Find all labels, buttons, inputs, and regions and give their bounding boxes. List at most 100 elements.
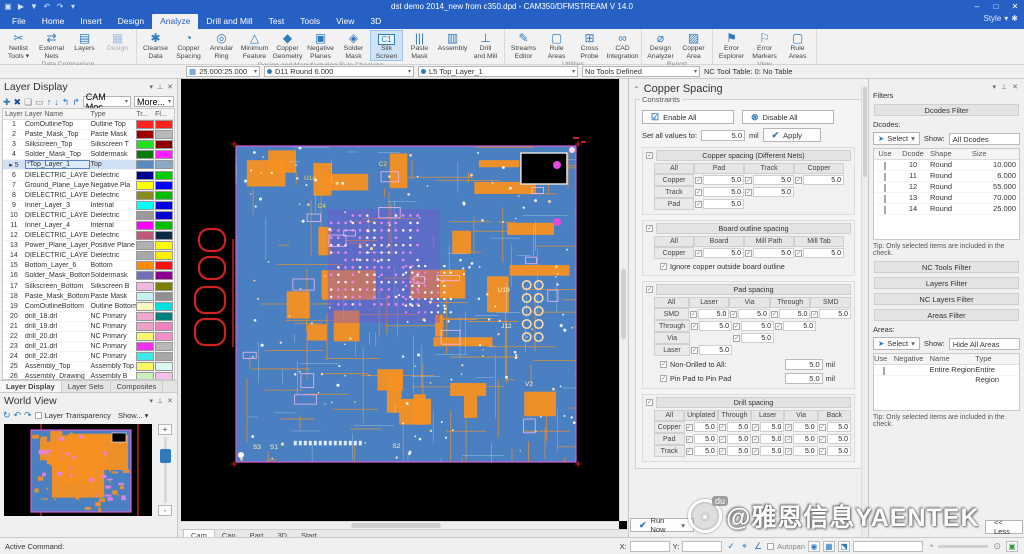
dcode-combo[interactable]: D11 Round 6.000▾ [264, 66, 414, 77]
solder-mask-button[interactable]: ◈Solder Mask [337, 30, 370, 61]
section-checkbox[interactable]: ✓ [646, 152, 653, 159]
nc-layers-filter-bar[interactable]: NC Layers Filter [874, 293, 1019, 305]
flash-color-swatch[interactable] [155, 211, 173, 220]
cell-value-input[interactable]: 5.0 [699, 321, 732, 331]
use-checkbox[interactable] [874, 182, 896, 192]
panel-scrollbar[interactable] [861, 85, 868, 537]
trace-color-swatch[interactable] [136, 171, 154, 180]
cell-value-input[interactable]: 5.0 [738, 309, 770, 319]
cell-value-input[interactable]: 5.0 [703, 175, 744, 185]
table-row[interactable]: 14Round25.000 [874, 204, 1019, 215]
column-header[interactable]: Use [874, 354, 894, 364]
flash-color-swatch[interactable] [155, 261, 173, 270]
table-row[interactable]: Entire RegionEntire Region [874, 365, 1019, 376]
column-header[interactable]: Use [874, 149, 896, 159]
table-row[interactable]: 12Round55.000 [874, 182, 1019, 193]
cell-checkbox[interactable]: ✓ [691, 347, 698, 354]
extra-checkbox[interactable]: ✓ [660, 361, 667, 368]
layers-button[interactable]: ▤Layers [68, 30, 101, 60]
cell-value-input[interactable]: 5.0 [727, 422, 751, 432]
save-icon[interactable]: ▼ [29, 2, 39, 11]
column-header[interactable]: Layer [3, 111, 25, 118]
layer-name[interactable]: DIELECTRIC_LAYE [25, 232, 91, 239]
cell-value-input[interactable]: 5.0 [793, 434, 817, 444]
dcodes-select-button[interactable]: ➤ Select▾ [873, 132, 920, 145]
extra-value-input[interactable]: 5.0 [785, 359, 823, 370]
panel-menu-icon[interactable]: ▾ [150, 397, 154, 405]
menu-insert[interactable]: Insert [72, 14, 109, 29]
cell-value-input[interactable]: 5.0 [783, 321, 816, 331]
table-row[interactable]: 14DIELECTRIC_LAYEDielectric [3, 251, 174, 261]
cell-value-input[interactable]: 5.0 [793, 422, 817, 432]
trace-color-swatch[interactable] [136, 140, 154, 149]
close-icon[interactable]: ✕ [1012, 83, 1018, 91]
table-row[interactable]: 7Ground_Plane_LayeNegative Pla [3, 181, 174, 191]
cell-value-input[interactable]: 5.0 [779, 309, 811, 319]
layer-name[interactable]: *Top_Layer_1 [25, 160, 91, 169]
trace-color-swatch[interactable] [136, 271, 154, 280]
move-down-icon[interactable]: ↓ [54, 97, 59, 107]
menu-3d[interactable]: 3D [362, 14, 389, 29]
disable-all-button[interactable]: ⊗ Disable All [742, 110, 834, 124]
silk-screen-button[interactable]: C1Silk Screen [370, 30, 403, 61]
trace-color-swatch[interactable] [136, 211, 154, 220]
cell-value-input[interactable]: 5.0 [703, 187, 744, 197]
tab-layer-sets[interactable]: Layer Sets [62, 381, 111, 392]
layer-name[interactable]: Inner_Layer_3 [25, 202, 91, 209]
more-combo[interactable]: More...▾ [134, 96, 174, 107]
maximize-button[interactable]: □ [987, 1, 1005, 13]
error-markers-button[interactable]: ⚐Error Markers [748, 30, 781, 60]
flash-color-swatch[interactable] [155, 191, 173, 200]
cell-checkbox[interactable]: ✓ [686, 436, 693, 443]
cell-checkbox[interactable]: ✓ [745, 189, 752, 196]
flash-color-swatch[interactable] [155, 130, 173, 139]
run-now-button[interactable]: ✔ Run Now▾ [630, 518, 694, 532]
pcb-canvas[interactable]: C2C4U1AU19J12V2S2S3S1 [181, 79, 627, 529]
flash-color-swatch[interactable] [155, 160, 173, 169]
enable-all-button[interactable]: ☑ Enable All [642, 110, 734, 124]
clock-icon[interactable]: ◔ [928, 541, 933, 551]
apply-coords-icon[interactable]: ✓ [727, 541, 735, 552]
layers-filter-bar[interactable]: Layers Filter [874, 277, 1019, 289]
external-nets-button[interactable]: ⇄External Nets [35, 30, 68, 60]
cell-value-input[interactable]: 5.0 [727, 446, 751, 456]
paste-before-icon[interactable]: ↰ [62, 97, 70, 107]
cell-checkbox[interactable]: ✓ [771, 311, 778, 318]
trace-color-swatch[interactable] [136, 302, 154, 311]
grid-combo[interactable]: ▦ 25.000:25.000▾ [186, 66, 260, 77]
layer-transparency-checkbox[interactable] [35, 412, 42, 419]
cell-value-input[interactable]: 5.0 [819, 309, 851, 319]
zoom-out-button[interactable]: - [158, 505, 172, 516]
tab-layer-display[interactable]: Layer Display [0, 381, 62, 392]
table-row[interactable]: 4Solder_Mask_TopSoldermask [3, 150, 174, 160]
menu-file[interactable]: File [4, 14, 34, 29]
cell-checkbox[interactable]: ✓ [752, 448, 759, 455]
cell-checkbox[interactable]: ✓ [686, 448, 693, 455]
cross-probe-button[interactable]: ⊞Cross Probe [573, 30, 606, 60]
new-file-icon[interactable]: ▣ [3, 2, 13, 11]
dcodes-filter-bar[interactable]: Dcodes Filter [874, 104, 1019, 116]
flash-color-swatch[interactable] [155, 140, 173, 149]
canvas-vscrollbar[interactable] [619, 79, 627, 521]
extra-value-input[interactable]: 5.0 [785, 373, 823, 384]
cell-checkbox[interactable]: ✓ [785, 448, 792, 455]
flash-color-swatch[interactable] [155, 120, 173, 129]
cell-value-input[interactable]: 5.0 [753, 175, 794, 185]
negative-planes-button[interactable]: ▣Negative Planes [304, 30, 337, 61]
panel-menu-icon[interactable]: ▾ [993, 83, 997, 91]
table-row[interactable]: 15Bottom_Layer_6Bottom [3, 261, 174, 271]
menu-analyze[interactable]: Analyze [152, 14, 198, 29]
world-view-preview[interactable] [4, 424, 152, 516]
cell-checkbox[interactable]: ✓ [775, 323, 782, 330]
table-row[interactable]: 19ComOutlineBottomOutline Bottom [3, 302, 174, 312]
trace-color-swatch[interactable] [136, 292, 154, 301]
layer-name[interactable]: Power_Plane_Layer_5 [25, 242, 91, 249]
flash-color-swatch[interactable] [155, 171, 173, 180]
layer-name[interactable]: Inner_Layer_4 [25, 222, 91, 229]
pin-icon[interactable]: ⊥ [157, 397, 163, 405]
layer-name[interactable]: Assembly_Top [25, 363, 91, 370]
cell-checkbox[interactable]: ✓ [733, 323, 740, 330]
flash-color-swatch[interactable] [155, 150, 173, 159]
use-checkbox[interactable] [874, 365, 894, 375]
flash-color-swatch[interactable] [155, 282, 173, 291]
